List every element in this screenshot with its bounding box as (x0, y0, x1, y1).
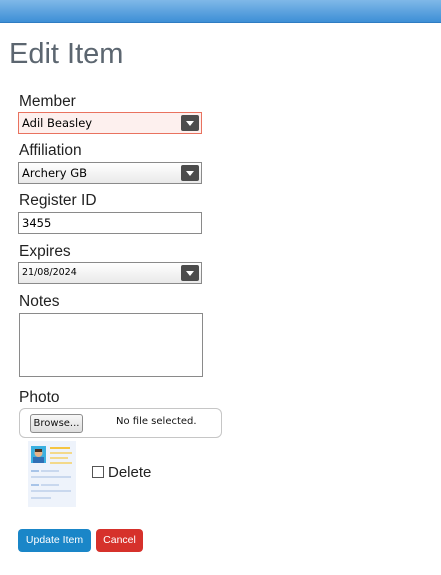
checkbox-icon[interactable] (92, 466, 104, 478)
browse-button[interactable]: Browse... (30, 414, 83, 433)
affiliation-label: Affiliation (19, 142, 82, 159)
notes-label: Notes (19, 293, 60, 310)
expires-date-picker[interactable]: 21/08/2024 (18, 262, 202, 284)
update-item-button[interactable]: Update Item (18, 529, 91, 552)
chevron-down-icon[interactable] (181, 265, 199, 281)
page-title: Edit Item (9, 38, 124, 70)
delete-label: Delete (108, 464, 152, 481)
affiliation-select[interactable]: Archery GB (18, 162, 202, 184)
register-id-label: Register ID (19, 192, 97, 209)
affiliation-value: Archery GB (22, 166, 88, 180)
chevron-down-icon[interactable] (181, 115, 199, 131)
photo-file-input[interactable]: Browse... No file selected. (19, 408, 222, 438)
expires-label: Expires (19, 243, 71, 260)
top-bar (0, 0, 441, 23)
delete-checkbox[interactable]: Delete (92, 464, 151, 481)
photo-thumbnail (28, 441, 76, 507)
file-status: No file selected. (116, 416, 197, 427)
member-value: Adil Beasley (22, 116, 93, 130)
member-label: Member (19, 93, 76, 110)
cancel-button[interactable]: Cancel (96, 529, 143, 552)
register-id-value: 3455 (22, 216, 52, 230)
photo-label: Photo (19, 389, 60, 406)
chevron-down-icon[interactable] (181, 165, 199, 181)
expires-value: 21/08/2024 (22, 267, 77, 278)
id-card-icon (28, 441, 76, 507)
member-select[interactable]: Adil Beasley (18, 112, 202, 134)
notes-textarea[interactable] (19, 313, 203, 377)
register-id-input[interactable]: 3455 (18, 212, 202, 234)
